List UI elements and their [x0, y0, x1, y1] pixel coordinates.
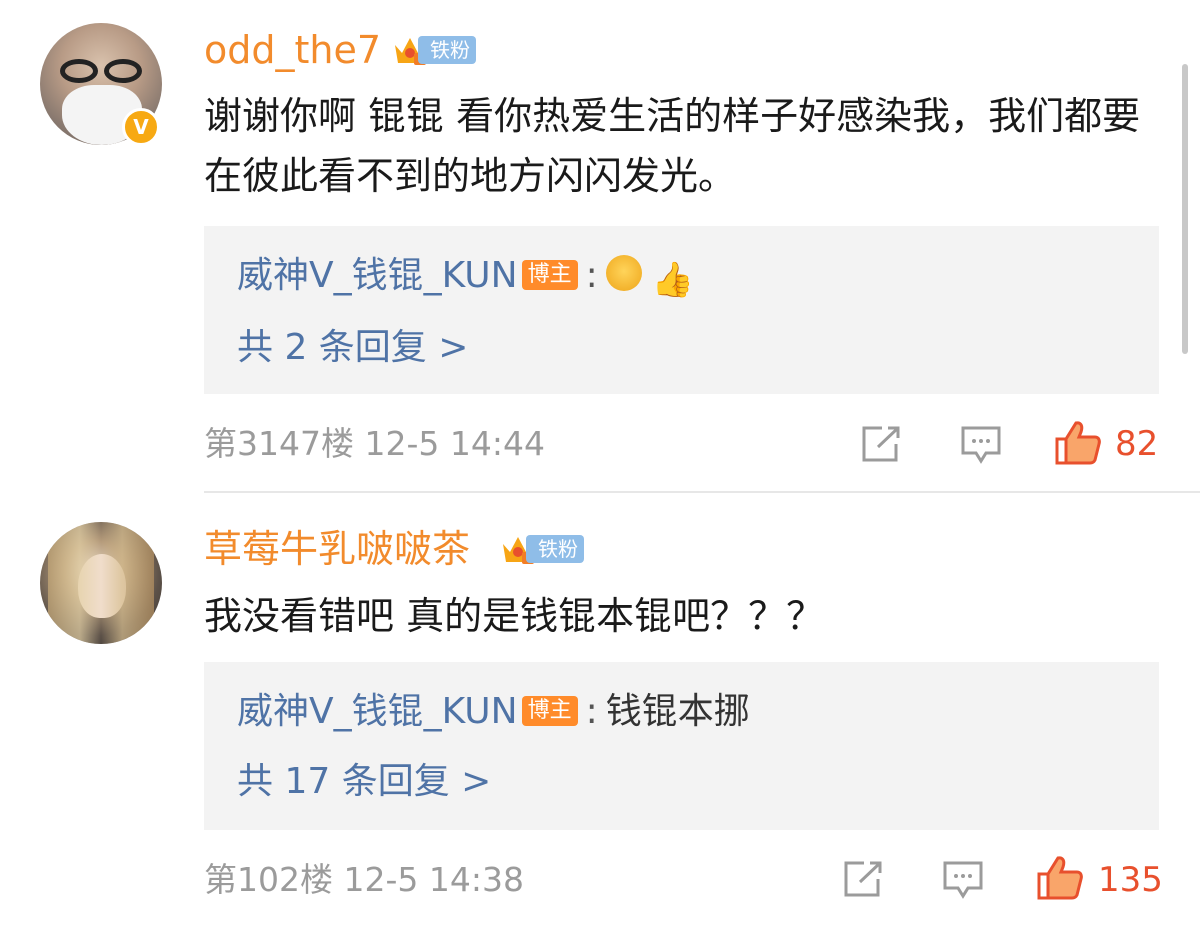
scrollbar[interactable] — [1182, 64, 1188, 354]
reply-preview[interactable]: 威神V_钱锟_KUN 博主: 钱锟本挪 — [237, 690, 750, 734]
reply-colon: : — [585, 255, 598, 296]
blogger-badge: 博主 — [521, 696, 578, 726]
thumbs-up-icon[interactable] — [1054, 420, 1102, 466]
like-count: 135 — [1098, 860, 1163, 900]
thumbs-up-icon[interactable] — [1036, 855, 1084, 901]
username[interactable]: 草莓牛乳啵啵茶 — [204, 527, 470, 571]
reply-author[interactable]: 威神V_钱锟_KUN — [237, 691, 518, 732]
fan-label: 铁粉 — [526, 535, 584, 563]
comment-divider — [204, 491, 1200, 493]
user-avatar[interactable] — [40, 522, 162, 644]
reply-colon: : — [585, 691, 598, 732]
comment-text: 我没看错吧 真的是钱锟本锟吧？？？ — [204, 594, 825, 638]
reply-preview[interactable]: 威神V_钱锟_KUN 博主: 👍 — [237, 254, 694, 298]
share-icon[interactable] — [860, 425, 902, 463]
comment-meta: 第102楼 12-5 14:38 — [204, 860, 524, 899]
reply-box[interactable]: 威神V_钱锟_KUN 博主: 钱锟本挪 共 17 条回复 > — [204, 662, 1159, 830]
avatar-glasses — [56, 59, 146, 85]
reply-count-link[interactable]: 共 17 条回复 > — [237, 760, 491, 804]
reply-content: 钱锟本挪 — [605, 691, 750, 732]
username[interactable]: odd_the7 — [204, 28, 381, 72]
blogger-badge: 博主 — [521, 260, 578, 290]
reply-author[interactable]: 威神V_钱锟_KUN — [237, 255, 518, 296]
reply-box[interactable]: 威神V_钱锟_KUN 博主: 👍 共 2 条回复 > — [204, 226, 1159, 394]
reply-count-link[interactable]: 共 2 条回复 > — [237, 326, 468, 370]
verified-icon: V — [122, 108, 160, 146]
thumbs-up-emoji-icon: 👍 — [651, 260, 695, 300]
like-count: 82 — [1115, 424, 1159, 464]
comment-icon[interactable] — [942, 860, 984, 900]
avatar-hair — [48, 522, 154, 644]
comment-icon[interactable] — [960, 425, 1002, 465]
fan-label: 铁粉 — [418, 36, 476, 64]
comment-text: 谢谢你啊 锟锟 看你热爱生活的样子好感染我，我们都要在彼此看不到的地方闪闪发光。 — [204, 94, 1141, 198]
comment-meta: 第3147楼 12-5 14:44 — [204, 424, 545, 463]
share-icon[interactable] — [842, 860, 884, 898]
smiling-face-emoji-icon — [605, 255, 642, 291]
